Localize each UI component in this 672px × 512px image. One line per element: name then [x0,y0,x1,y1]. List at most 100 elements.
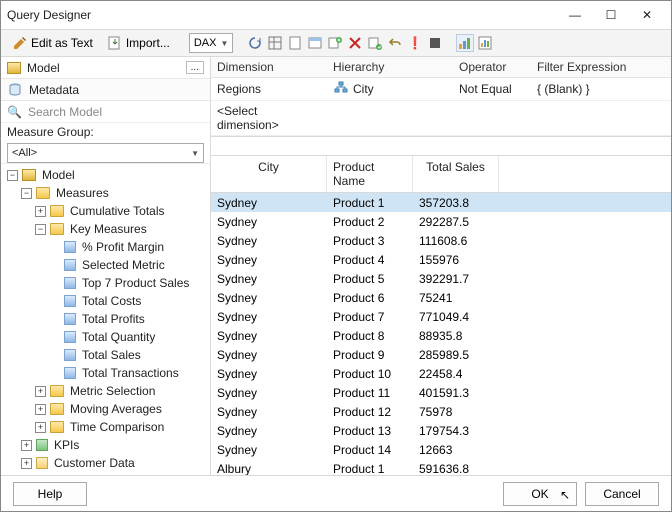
expand-icon[interactable]: + [35,404,46,415]
expand-icon[interactable]: + [35,422,46,433]
maximize-button[interactable]: ☐ [593,3,629,27]
tree-node[interactable]: +Moving Averages [1,400,210,418]
collapse-icon[interactable]: − [7,170,18,181]
ellipsis-button[interactable]: ... [186,61,204,74]
expand-icon[interactable]: + [35,386,46,397]
measure-group-value: <All> [12,147,187,159]
filter-grid: Dimension Hierarchy Operator Filter Expr… [211,57,671,137]
table-cell: Product 12 [327,403,413,421]
tree-node[interactable]: +KPIs [1,436,210,454]
tree-node[interactable]: −Model [1,166,210,184]
chart-icon[interactable] [457,35,473,51]
table-row[interactable]: SydneyProduct 1275978 [211,402,671,421]
table-row[interactable]: SydneyProduct 888935.8 [211,326,671,345]
edit-as-text-label: Edit as Text [31,36,93,50]
grid-icon[interactable] [267,35,283,51]
filter-new-row[interactable]: <Select dimension> [211,101,671,136]
tree-node[interactable]: Total Quantity [1,328,210,346]
properties-icon[interactable] [307,35,323,51]
warning-icon[interactable]: ❗ [407,35,423,51]
results-header-sales[interactable]: Total Sales [413,156,499,192]
tree-node[interactable]: Total Transactions [1,364,210,382]
tree-node[interactable]: −Measures [1,184,210,202]
tree-node[interactable]: Selected Metric [1,256,210,274]
expand-icon[interactable]: + [35,206,46,217]
close-button[interactable]: ✕ [629,3,665,27]
results-body[interactable]: SydneyProduct 1357203.8SydneyProduct 229… [211,193,671,475]
folder-icon [50,385,64,397]
chart-alt-icon[interactable] [477,35,493,51]
table-row[interactable]: SydneyProduct 1412663 [211,440,671,459]
sheet-icon[interactable] [287,35,303,51]
content-area: Model ... Metadata 🔍 Search Model Measur… [1,57,671,475]
edit-as-text-button[interactable]: Edit as Text [7,32,98,54]
table-cell: 12663 [413,441,499,459]
select-dimension-placeholder: <Select dimension> [211,101,327,135]
stop-icon[interactable] [427,35,443,51]
folder-icon [50,421,64,433]
model-tree[interactable]: −Model−Measures+Cumulative Totals−Key Me… [1,163,210,475]
table-row[interactable]: SydneyProduct 2292287.5 [211,212,671,231]
table-row[interactable]: SydneyProduct 675241 [211,288,671,307]
expand-icon[interactable]: + [21,440,32,451]
delete-icon[interactable] [347,35,363,51]
table-row[interactable]: SydneyProduct 1022458.4 [211,364,671,383]
table-row[interactable]: SydneyProduct 1357203.8 [211,193,671,212]
table-row[interactable]: SydneyProduct 4155976 [211,250,671,269]
results-header-product[interactable]: Product Name [327,156,413,192]
table-row[interactable]: SydneyProduct 9285989.5 [211,345,671,364]
tree-node[interactable]: Total Sales [1,346,210,364]
collapse-icon[interactable]: − [35,224,46,235]
tree-label: Top 7 Product Sales [82,276,189,290]
filter-header-hierarchy: Hierarchy [327,57,453,77]
tree-node[interactable]: +Dates [1,472,210,475]
measure-group-combo[interactable]: <All> ▼ [7,143,204,163]
metadata-tab-label: Metadata [29,83,79,97]
folder-icon [50,223,64,235]
table-cell: 591636.8 [413,460,499,476]
tree-node[interactable]: +Cumulative Totals [1,202,210,220]
table-cell: 771049.4 [413,308,499,326]
results-header-city[interactable]: City [211,156,327,192]
table-row[interactable]: SydneyProduct 13179754.3 [211,421,671,440]
language-combo[interactable]: DAX ▼ [189,33,234,53]
add-calc-icon[interactable] [327,35,343,51]
table-row[interactable]: SydneyProduct 5392291.7 [211,269,671,288]
tree-node[interactable]: +Time Comparison [1,418,210,436]
undo-icon[interactable] [387,35,403,51]
search-row[interactable]: 🔍 Search Model [1,101,210,123]
table-row[interactable]: SydneyProduct 11401591.3 [211,383,671,402]
minimize-button[interactable]: — [557,3,593,27]
import-button[interactable]: Import... [102,32,175,54]
filter-header-expr: Filter Expression [531,57,671,77]
expand-icon[interactable]: + [21,458,32,469]
tree-node[interactable]: Total Costs [1,292,210,310]
refresh-icon[interactable] [247,35,263,51]
cancel-button[interactable]: Cancel [585,482,659,506]
table-cell: Sydney [211,232,327,250]
tree-node[interactable]: −Key Measures [1,220,210,238]
ok-button[interactable]: OK ↖ [503,482,577,506]
table-row[interactable]: SydneyProduct 3111608.6 [211,231,671,250]
spacer [49,260,60,271]
table-cell: Product 4 [327,251,413,269]
search-icon: 🔍 [7,105,22,119]
model-panel: Model ... Metadata 🔍 Search Model Measur… [1,57,211,475]
tree-node[interactable]: +Metric Selection [1,382,210,400]
filter-row[interactable]: Regions City Not Equal { (Blank) } [211,78,671,101]
table-cell: Product 1 [327,460,413,476]
tree-node[interactable]: +Customer Data [1,454,210,472]
filter-dimension: Regions [211,78,327,100]
table-cell: Product 10 [327,365,413,383]
collapse-icon[interactable]: − [21,188,32,199]
tree-node[interactable]: % Profit Margin [1,238,210,256]
table-row[interactable]: AlburyProduct 1591636.8 [211,459,671,475]
tree-node[interactable]: Top 7 Product Sales [1,274,210,292]
tree-node[interactable]: Total Profits [1,310,210,328]
query-designer-window: Query Designer — ☐ ✕ Edit as Text Import… [0,0,672,512]
help-button[interactable]: Help [13,482,87,506]
metadata-tab[interactable]: Metadata [1,79,210,101]
model-tab[interactable]: Model ... [1,57,210,79]
query-run-icon[interactable] [367,35,383,51]
table-row[interactable]: SydneyProduct 7771049.4 [211,307,671,326]
